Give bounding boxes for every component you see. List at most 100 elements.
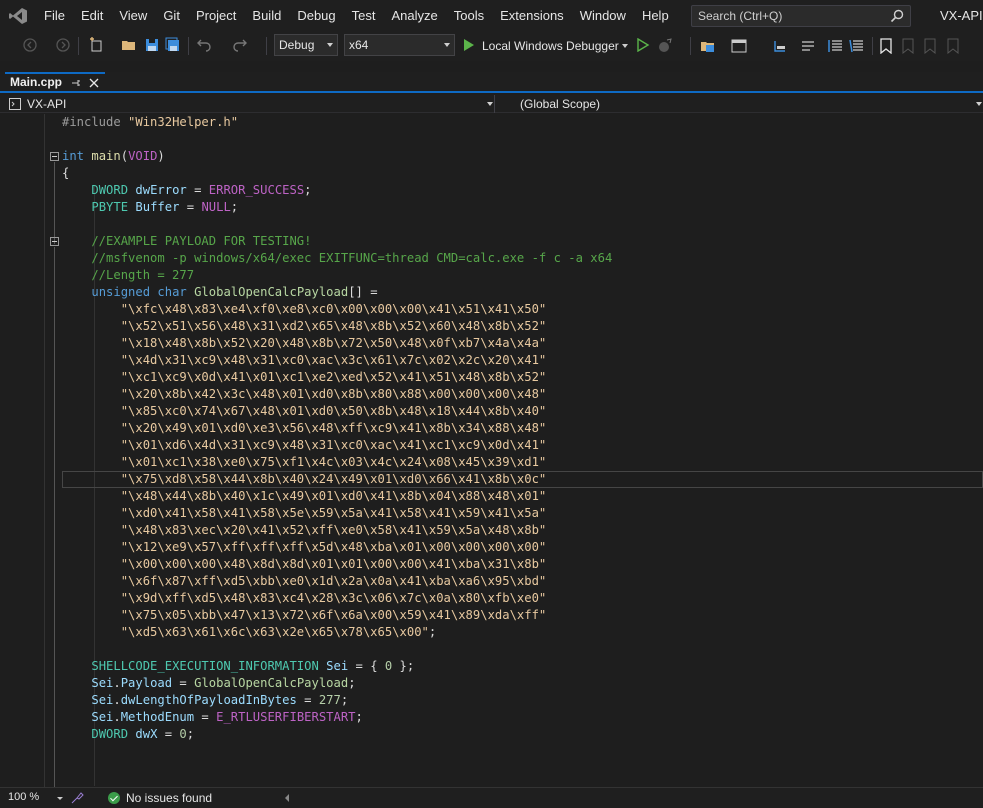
search-placeholder: Search (Ctrl+Q) [698, 9, 783, 23]
close-icon[interactable] [89, 78, 99, 88]
platform-value: x64 [349, 38, 369, 52]
collapse-icon[interactable] [50, 152, 59, 161]
scroll-left-icon[interactable] [284, 794, 290, 802]
start-debugging-icon[interactable] [463, 38, 475, 52]
chevron-down-icon [444, 43, 450, 47]
navigation-bar: VX-API (Global Scope) [0, 95, 983, 113]
toolbar-separator [188, 37, 189, 55]
menu-extensions[interactable]: Extensions [492, 0, 572, 31]
menu-project[interactable]: Project [188, 0, 244, 31]
menu-file[interactable]: File [36, 0, 73, 31]
code-editor[interactable]: #include "Win32Helper.h" int main(VOID) … [0, 114, 983, 787]
bookmark-icon[interactable] [879, 38, 893, 54]
code-line: unsigned char GlobalOpenCalcPayload[] = [91, 285, 378, 299]
code-line: "\xd0\x41\x58\x41\x58\x5e\x59\x5a\x41\x5… [62, 506, 547, 520]
code-line: "\x75\x05\xbb\x47\x13\x72\x6f\x6a\x00\x5… [62, 608, 547, 622]
menu-help[interactable]: Help [634, 0, 677, 31]
code-line: "\x01\xc1\x38\xe0\x75\xf1\x4c\x03\x4c\x2… [62, 455, 547, 469]
issues-indicator[interactable]: No issues found [108, 791, 212, 805]
scope-dropdown[interactable]: (Global Scope) [500, 95, 983, 113]
chevron-down-icon [976, 102, 982, 106]
new-project-icon[interactable] [88, 37, 104, 53]
visual-studio-logo-icon[interactable] [0, 0, 36, 31]
format-document-icon[interactable] [800, 38, 816, 54]
toolbar-separator [78, 37, 79, 55]
code-line: { [62, 166, 70, 180]
code-line: "\x01\xd6\x4d\x31\xc9\x48\x31\xc0\xac\x4… [62, 438, 547, 452]
solution-title: VX-API [940, 8, 983, 23]
browse-folder-icon[interactable] [700, 38, 716, 54]
search-input[interactable]: Search (Ctrl+Q) [691, 5, 911, 27]
navigate-forward-icon[interactable] [55, 37, 71, 53]
fold-guide [54, 162, 55, 244]
save-all-icon[interactable] [165, 37, 181, 53]
comment-lines-icon[interactable] [828, 38, 844, 54]
code-line: "\x18\x48\x8b\x52\x20\x48\x8b\x72\x50\x4… [62, 336, 547, 350]
code-line: "\x9d\xff\xd5\x48\x83\xc4\x28\x3c\x06\x7… [62, 591, 547, 605]
open-folder-icon[interactable] [121, 37, 137, 53]
code-line: #include "Win32Helper.h" [62, 115, 239, 129]
zoom-level[interactable]: 100 % [8, 791, 39, 803]
save-icon[interactable] [144, 37, 160, 53]
window-layout-icon[interactable] [731, 38, 747, 54]
code-line: "\x20\x49\x01\xd0\xe3\x56\x48\xff\xc9\x4… [62, 421, 547, 435]
menu-git[interactable]: Git [155, 0, 188, 31]
tab-main-cpp[interactable]: Main.cpp [5, 72, 105, 91]
code-line: SHELLCODE_EXECUTION_INFORMATION Sei = { … [91, 659, 415, 673]
code-line: "\x4d\x31\xc9\x48\x31\xc0\xac\x3c\x61\x7… [62, 353, 547, 367]
uncomment-lines-icon[interactable] [849, 38, 865, 54]
code-line: "\x12\xe9\x57\xff\xff\xff\x5d\x48\xba\x0… [62, 540, 547, 554]
code-line: DWORD dwError = ERROR_SUCCESS; [91, 183, 312, 197]
fold-guide [54, 247, 55, 787]
code-line: "\xfc\x48\x83\xe4\xf0\xe8\xc0\x00\x00\x0… [62, 302, 547, 316]
code-line: "\x85\xc0\x74\x67\x48\x01\xd0\x50\x8b\x4… [62, 404, 547, 418]
editor-status-bar: 100 % No issues found [0, 787, 983, 808]
check-circle-icon [108, 792, 120, 804]
pin-icon[interactable] [71, 78, 81, 88]
menu-view[interactable]: View [111, 0, 155, 31]
menu-bar: File Edit View Git Project Build Debug T… [0, 0, 983, 31]
solution-configuration-select[interactable]: Debug [274, 34, 338, 56]
code-line: "\x6f\x87\xff\xd5\xbb\xe0\x1d\x2a\x0a\x4… [62, 574, 547, 588]
previous-bookmark-icon[interactable] [900, 38, 916, 54]
code-line: DWORD dwX = 0; [91, 727, 195, 741]
code-line: "\xd5\x63\x61\x6c\x63\x2e\x65\x78\x65\x0… [62, 625, 437, 639]
menu-edit[interactable]: Edit [73, 0, 111, 31]
code-line: PBYTE Buffer = NULL; [91, 200, 239, 214]
code-line: //Length = 277 [62, 268, 195, 282]
chevron-down-icon [327, 43, 333, 47]
code-line: "\x48\x83\xec\x20\x41\x52\xff\xe0\x58\x4… [62, 523, 547, 537]
toolbar-separator [266, 37, 267, 55]
project-name: VX-API [27, 97, 67, 111]
cpp-project-icon [9, 98, 21, 110]
breakpoint-step-icon[interactable] [772, 38, 788, 54]
code-line: Sei.MethodEnum = E_RTLUSERFIBERSTART; [91, 710, 363, 724]
start-without-debugging-icon[interactable] [636, 38, 650, 52]
clear-bookmarks-icon[interactable] [945, 38, 961, 54]
next-bookmark-icon[interactable] [922, 38, 938, 54]
code-line: "\x52\x51\x56\x48\x31\xd2\x65\x48\x8b\x5… [62, 319, 547, 333]
redo-icon[interactable] [232, 37, 248, 53]
debugger-label: Local Windows Debugger [482, 39, 619, 53]
editor-margin [44, 114, 45, 787]
navigate-back-icon[interactable] [22, 37, 38, 53]
collapse-icon[interactable] [50, 237, 59, 246]
menu-analyze[interactable]: Analyze [383, 0, 445, 31]
code-cleanup-icon[interactable] [70, 791, 84, 805]
undo-icon[interactable] [196, 37, 212, 53]
menu-build[interactable]: Build [244, 0, 289, 31]
menu-test[interactable]: Test [344, 0, 384, 31]
start-debugging-button[interactable]: Local Windows Debugger [482, 31, 619, 61]
search-icon [890, 9, 904, 23]
menu-window[interactable]: Window [572, 0, 634, 31]
project-dropdown[interactable]: VX-API [7, 95, 495, 113]
solution-platform-select[interactable]: x64 [344, 34, 455, 56]
hot-reload-icon[interactable] [657, 38, 673, 54]
menu-debug[interactable]: Debug [289, 0, 343, 31]
chevron-down-icon[interactable] [621, 43, 629, 49]
code-line: int main(VOID) [62, 149, 165, 163]
issues-text: No issues found [126, 791, 213, 805]
code-line: "\x75\xd8\x58\x44\x8b\x40\x24\x49\x01\xd… [62, 472, 547, 486]
menu-tools[interactable]: Tools [446, 0, 492, 31]
chevron-down-icon[interactable] [56, 796, 64, 801]
